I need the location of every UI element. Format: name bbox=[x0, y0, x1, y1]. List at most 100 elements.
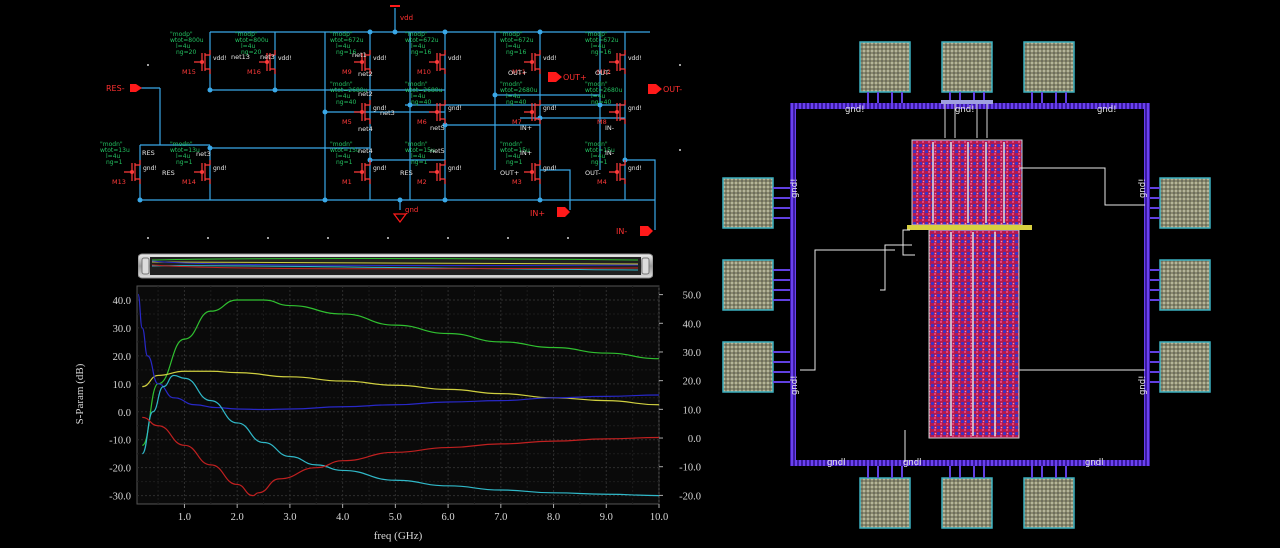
x-tick-label: 10.0 bbox=[650, 512, 668, 523]
left-tick-label: 30.0 bbox=[113, 324, 131, 335]
label-gnd-top-center: gnd! bbox=[955, 105, 975, 115]
label-gnd-top-right: gnd! bbox=[1097, 105, 1117, 115]
mosfet-m12[interactable]: M12"modp"wtot=672ul=4ung=16vdd! bbox=[585, 31, 642, 76]
mosfet-bulk: gnd! bbox=[448, 105, 462, 112]
pin-vdd[interactable]: vdd bbox=[390, 5, 413, 22]
x-tick-label: 9.0 bbox=[600, 512, 613, 523]
mosfet-params: "modp"wtot=672ul=4ung=16 bbox=[585, 31, 619, 56]
strip-left-handle[interactable] bbox=[141, 257, 150, 275]
mosfet-m15[interactable]: M15 "modp"wtot=800ul=4ung=20 vdd! bbox=[170, 31, 227, 76]
mosfet-params: "modp"wtot=672ul=4ung=16 bbox=[405, 31, 439, 56]
bond-pad-2 bbox=[941, 41, 993, 103]
bond-pad-7 bbox=[722, 177, 790, 229]
label-gnd-bottom-center: gndl bbox=[903, 458, 922, 468]
mosfet-m5[interactable]: M5"modn"wtot=2680ul=4ung=40gnd! bbox=[330, 81, 387, 126]
right-tick-label: 0.0 bbox=[688, 434, 701, 445]
pin-gnd[interactable]: gnd bbox=[392, 206, 418, 223]
waveform-overview-scrollbar[interactable] bbox=[138, 252, 653, 280]
pin-out-minus[interactable]: OUT- bbox=[648, 84, 682, 94]
right-tick-label: 10.0 bbox=[683, 405, 701, 416]
pin-in-minus-label: IN- bbox=[616, 227, 627, 236]
mosfet-m10[interactable]: M10 "modp"wtot=672ul=4ung=16 vdd! bbox=[405, 31, 462, 76]
mosfet-name: M4 bbox=[597, 178, 607, 186]
mosfet-name: M14 bbox=[182, 178, 196, 186]
layout-canvas[interactable]: gnd! gnd! gnd! gndl gndl gndl gnd! gnd! … bbox=[715, 30, 1280, 548]
left-tick-label: -20.0 bbox=[109, 464, 131, 475]
mosfet-bulk: gnd! bbox=[448, 165, 462, 172]
mosfet-m7[interactable]: M7"modn"wtot=2680ul=4ung=40gnd! bbox=[500, 81, 557, 126]
left-tick-label: -30.0 bbox=[109, 492, 131, 503]
label-gnd-left: gnd! bbox=[790, 178, 800, 198]
mosfet-params: "modp"wtot=800ul=4ung=20 bbox=[170, 31, 204, 56]
cadence-composite-view: M15 "modp" wtot=800u l=4u ng=20 vdd! M16 "modp"… bbox=[0, 0, 1280, 548]
net-label-in-plus: IN+ bbox=[520, 124, 532, 132]
x-tick-label: 1.0 bbox=[178, 512, 191, 523]
right-axis-ticks: 50.0 40.0 30.0 20.0 10.0 0.0 -10.0 -20.0 bbox=[659, 291, 701, 502]
core-devices bbox=[907, 100, 1032, 439]
bond-pad-5 bbox=[941, 466, 993, 529]
x-tick-label: 5.0 bbox=[389, 512, 402, 523]
mosfet-bulk: gnd! bbox=[628, 165, 642, 172]
mosfet-bulk: vdd! bbox=[278, 55, 292, 62]
x-axis-label: freq (GHz) bbox=[374, 530, 423, 542]
net-label-out-minus: OUT- bbox=[595, 69, 611, 77]
bond-pad-10 bbox=[1150, 259, 1211, 311]
right-tick-label: 50.0 bbox=[683, 291, 701, 302]
mosfet-bulk: vdd! bbox=[628, 55, 642, 62]
net-label-net5: net5 bbox=[430, 147, 445, 155]
schematic-canvas[interactable]: M15 "modp"wtot=800ul=4ung=20 vdd! M16 "modp"… bbox=[100, 0, 705, 248]
mosfet-bulk: vdd! bbox=[373, 55, 387, 62]
net-label-res-c: RES bbox=[162, 169, 175, 177]
left-tick-label: 40.0 bbox=[113, 296, 131, 307]
mosfet-params: "modn"wtot=2680ul=4ung=40 bbox=[405, 81, 443, 106]
pin-out-minus-label: OUT- bbox=[663, 85, 682, 94]
net-label-net2: net2 bbox=[358, 70, 373, 78]
pin-gnd-label: gnd bbox=[405, 206, 418, 214]
net-label-net2-b: net2 bbox=[358, 90, 373, 98]
mosfet-m13[interactable]: M13 "modn"wtot=13ul=4ung=1 gnd! bbox=[100, 141, 157, 186]
mosfet-bulk: gnd! bbox=[213, 165, 227, 172]
label-gnd-top-left: gnd! bbox=[845, 105, 865, 115]
net-label-out-plus-b: OUT+ bbox=[500, 169, 519, 177]
mosfet-name: M5 bbox=[342, 118, 352, 126]
mosfet-bulk: gnd! bbox=[143, 165, 157, 172]
bond-pad-8 bbox=[1150, 177, 1211, 229]
left-tick-label: -10.0 bbox=[109, 436, 131, 447]
pin-in-plus-label: IN+ bbox=[530, 209, 545, 218]
mosfet-ng: ng=20 bbox=[176, 49, 196, 56]
net-label-net4: net4 bbox=[358, 125, 373, 133]
left-tick-label: 10.0 bbox=[113, 380, 131, 391]
mosfet-name: M10 bbox=[417, 68, 431, 76]
net-label-out-plus: OUT+ bbox=[508, 69, 527, 77]
pin-in-plus[interactable]: IN+ bbox=[530, 207, 570, 218]
schematic-devices[interactable]: M15 "modp"wtot=800ul=4ung=20 vdd! M16 "modp"… bbox=[100, 31, 642, 186]
mosfet-name: M13 bbox=[112, 178, 126, 186]
left-tick-label: 20.0 bbox=[113, 352, 131, 363]
pin-in-minus[interactable]: IN- bbox=[616, 226, 653, 236]
net-label-res: RES bbox=[142, 149, 155, 157]
mosfet-name: M9 bbox=[342, 68, 352, 76]
mosfet-name: M6 bbox=[417, 118, 427, 126]
mosfet-m3[interactable]: M3"modn"wtot=15ul=4ung=1gnd! bbox=[500, 141, 557, 186]
mosfet-m4[interactable]: M4"modn"wtot=15ul=4ung=1gnd! bbox=[585, 141, 642, 186]
left-axis-ticks: 40.0 30.0 20.0 10.0 0.0 -10.0 -20.0 -30.0 bbox=[109, 296, 131, 503]
mosfet-name: M3 bbox=[512, 178, 522, 186]
pin-out-plus[interactable]: OUT+ bbox=[548, 72, 587, 82]
strip-right-handle[interactable] bbox=[641, 257, 650, 275]
mosfet-m6[interactable]: M6 "modn"wtot=2680ul=4ung=40 gnd! bbox=[405, 81, 462, 126]
mosfet-m8[interactable]: M8"modn"wtot=2680ul=4ung=40gnd! bbox=[585, 81, 642, 126]
right-tick-label: 30.0 bbox=[683, 348, 701, 359]
bond-pad-6 bbox=[1023, 466, 1075, 529]
right-tick-label: -10.0 bbox=[679, 463, 701, 474]
pin-out-plus-label: OUT+ bbox=[563, 73, 587, 82]
net-label-res-b: RES bbox=[400, 169, 413, 177]
label-gnd-right-b: gnd! bbox=[1138, 375, 1148, 395]
net-label-net13: net13 bbox=[231, 53, 250, 61]
mosfet-name: M16 bbox=[247, 68, 261, 76]
net-label-net3-b: net3 bbox=[380, 109, 395, 117]
label-gnd-bottom-left: gndl bbox=[827, 458, 846, 468]
sparam-plot[interactable]: 40.0 30.0 20.0 10.0 0.0 -10.0 -20.0 -30.0 50.0 4… bbox=[65, 284, 715, 548]
mosfet-ng: ng=16 bbox=[591, 49, 611, 56]
plot-frame bbox=[136, 285, 660, 505]
pin-res[interactable]: RES- bbox=[106, 84, 142, 93]
